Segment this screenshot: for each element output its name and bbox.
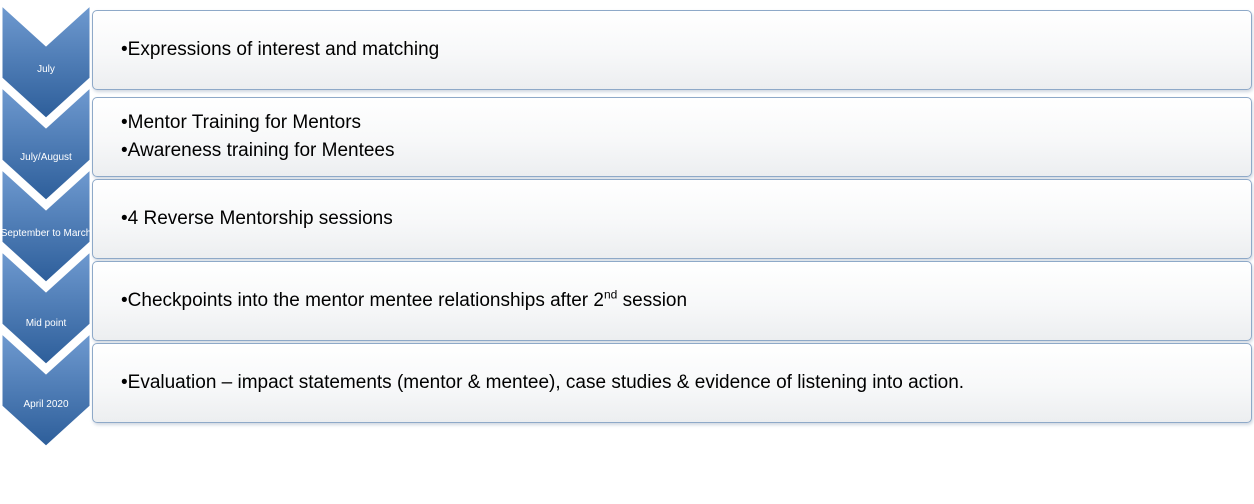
stage-label: Mid point bbox=[25, 318, 67, 329]
stage-item-text: •Expressions of interest and matching bbox=[121, 39, 440, 60]
stage-item: •Awareness training for Mentees bbox=[121, 137, 1239, 165]
stage-item-text: •4 Reverse Mentorship sessions bbox=[121, 208, 393, 229]
stage-items: •Mentor Training for Mentors •Awareness t… bbox=[121, 98, 1239, 176]
stage-box: •Mentor Training for Mentors •Awareness t… bbox=[92, 97, 1252, 177]
stage-item-text: •Evaluation – impact statements (mentor … bbox=[121, 372, 965, 393]
stage-items: •Evaluation – impact statements (mentor … bbox=[121, 344, 1239, 422]
stage-label: July bbox=[37, 64, 55, 75]
stage-item-text: •Checkpoints into the mentor mentee rela… bbox=[121, 290, 604, 311]
stage-item: •Evaluation – impact statements (mentor … bbox=[121, 369, 1239, 397]
stage-item: •Expressions of interest and matching bbox=[121, 36, 1239, 64]
stage-item-text: •Mentor Training for Mentors bbox=[121, 112, 362, 133]
stage-box: •Expressions of interest and matching bbox=[92, 10, 1252, 90]
stage-label: July/August bbox=[20, 152, 72, 163]
stage-label: September to March bbox=[0, 228, 92, 239]
stage-item: •Mentor Training for Mentors bbox=[121, 109, 1239, 137]
process-diagram: •Expressions of interest and matching •Me… bbox=[0, 0, 1254, 504]
stage-item: •4 Reverse Mentorship sessions bbox=[121, 205, 1239, 233]
stage-label: April 2020 bbox=[23, 399, 69, 410]
stage-items: •4 Reverse Mentorship sessions bbox=[121, 180, 1239, 258]
stage-box: •4 Reverse Mentorship sessions bbox=[92, 179, 1252, 259]
stage-item-superscript: nd bbox=[603, 287, 618, 302]
stage-item-text: •Awareness training for Mentees bbox=[121, 140, 395, 161]
stage-items: •Checkpoints into the mentor mentee rela… bbox=[121, 262, 1239, 340]
stage-item: •Checkpoints into the mentor mentee rela… bbox=[121, 287, 1239, 315]
stage-box: •Evaluation – impact statements (mentor … bbox=[92, 343, 1252, 423]
stage-item-text-tail: session bbox=[617, 290, 688, 311]
stage-items: •Expressions of interest and matching bbox=[121, 11, 1239, 89]
stage-box: •Checkpoints into the mentor mentee rela… bbox=[92, 261, 1252, 341]
